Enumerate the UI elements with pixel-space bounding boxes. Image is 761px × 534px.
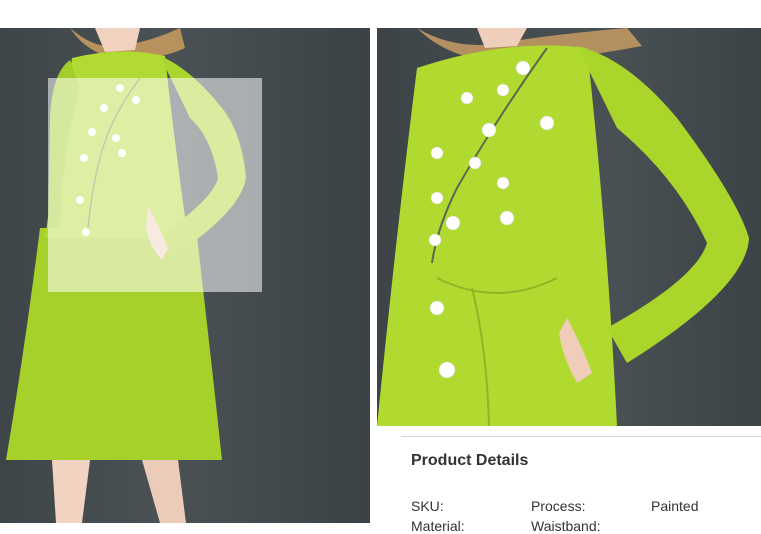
spec-label-material: Material: bbox=[411, 518, 465, 534]
dress-zoom-photo bbox=[377, 28, 749, 426]
zoom-lens[interactable] bbox=[48, 78, 262, 292]
spec-label-sku: SKU: bbox=[411, 498, 444, 514]
divider bbox=[401, 436, 761, 437]
spec-value-process: Painted bbox=[651, 498, 699, 514]
spec-label-process: Process: bbox=[531, 498, 586, 514]
spec-label-waistband: Waistband: bbox=[531, 518, 601, 534]
product-details-panel: Product Details SKU: Process: Painted Ma… bbox=[377, 426, 761, 534]
product-details-title: Product Details bbox=[411, 452, 529, 469]
product-main-image[interactable] bbox=[0, 28, 370, 523]
product-zoom-view bbox=[377, 28, 761, 426]
